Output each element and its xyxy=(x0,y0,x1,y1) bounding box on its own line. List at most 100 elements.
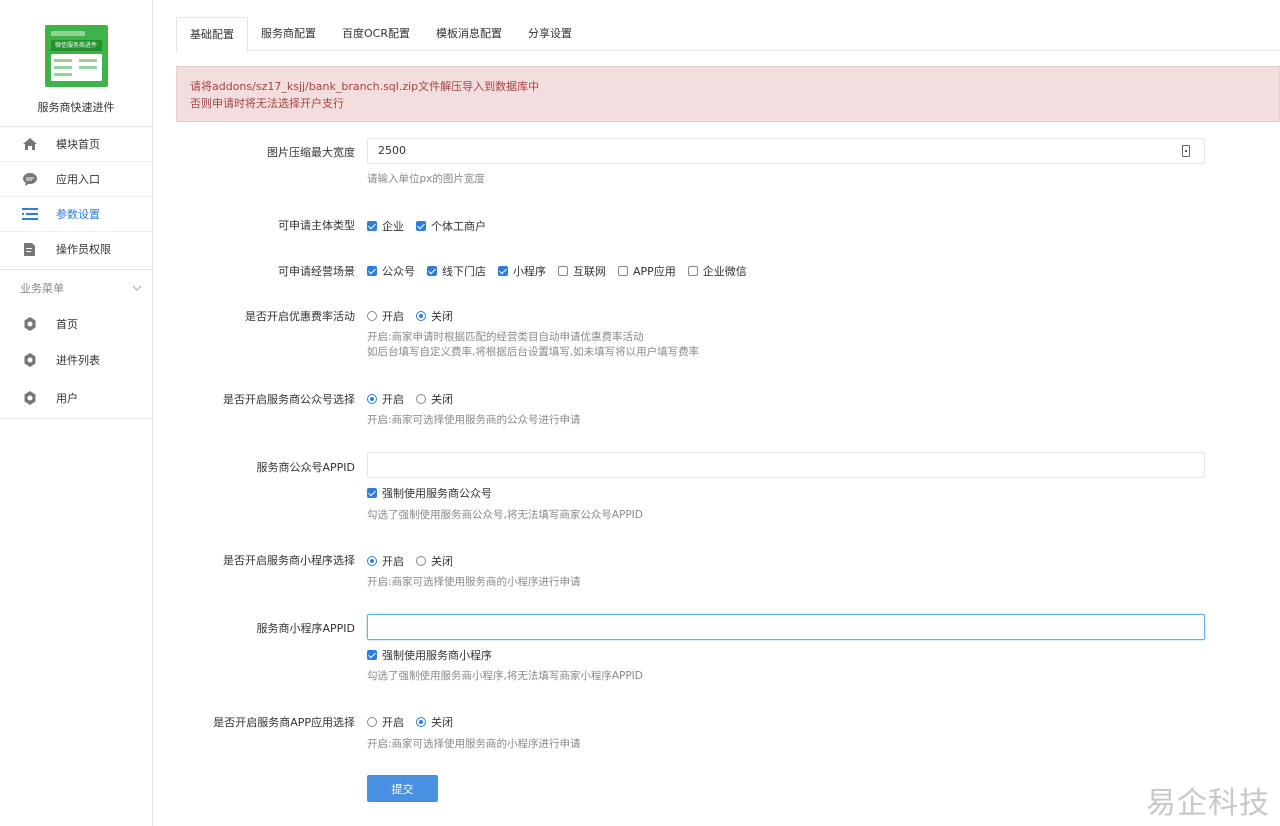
subject-type-enterprise-checkbox[interactable]: 企业 xyxy=(367,218,404,234)
sidebar-item-application-list[interactable]: 进件列表 xyxy=(0,342,152,378)
scene-mini-program-checkbox[interactable]: 小程序 xyxy=(498,263,546,279)
option-label: 公众号 xyxy=(382,265,415,278)
option-label: 企业微信 xyxy=(702,265,747,278)
discount-on-radio[interactable]: 开启 xyxy=(367,308,404,324)
app-select-options: 开启 关闭 xyxy=(367,714,465,730)
sidebar-item-operator-permissions[interactable]: 操作员权限 xyxy=(0,232,152,267)
logo-text: 微信服务商进件 xyxy=(50,40,102,51)
option-label: 关闭 xyxy=(431,555,453,568)
scene-app-checkbox[interactable]: APP应用 xyxy=(618,263,676,279)
radio-selected xyxy=(367,556,377,566)
tab-provider-config[interactable]: 服务商配置 xyxy=(248,17,329,51)
radio-unselected xyxy=(416,556,426,566)
checkbox-checked xyxy=(367,221,377,231)
mp-select-off-radio[interactable]: 关闭 xyxy=(416,391,453,407)
sidebar-group-business-menu[interactable]: 业务菜单 xyxy=(0,269,152,306)
scene-offline-store-checkbox[interactable]: 线下门店 xyxy=(427,263,486,279)
checkbox-unchecked xyxy=(558,266,568,276)
option-label: 互联网 xyxy=(573,265,606,278)
checkbox-unchecked xyxy=(687,266,698,276)
radio-unselected xyxy=(367,311,377,321)
img-width-input[interactable]: 2500 xyxy=(367,138,1205,164)
sidebar-item-label: 模块首页 xyxy=(56,138,100,151)
app-select-help: 开启:商家可选择使用服务商的小程序进行申请 xyxy=(367,738,581,750)
discount-off-radio[interactable]: 关闭 xyxy=(416,308,453,324)
tab-basic-config[interactable]: 基础配置 xyxy=(176,17,248,52)
mp-select-options: 开启 关闭 xyxy=(367,391,465,407)
tab-share-settings[interactable]: 分享设置 xyxy=(515,17,585,51)
sidebar-item-app-entry[interactable]: 应用入口 xyxy=(0,162,152,197)
import-warning-alert: 请将addons/sz17_ksjj/bank_branch.sql.zip文件… xyxy=(176,66,1280,122)
mini-select-help: 开启:商家可选择使用服务商的小程序进行申请 xyxy=(367,576,581,588)
mini-select-on-radio[interactable]: 开启 xyxy=(367,553,404,569)
mini-select-off-radio[interactable]: 关闭 xyxy=(416,553,453,569)
submit-button[interactable]: 提交 xyxy=(367,775,438,802)
radio-selected xyxy=(416,717,426,727)
radio-selected xyxy=(367,394,377,404)
option-label: 开启 xyxy=(382,555,404,568)
mp-appid-help: 勾选了强制使用服务商公众号,将无法填写商家公众号APPID xyxy=(367,509,643,521)
mp-appid-input[interactable] xyxy=(367,452,1205,478)
sidebar: 微信服务商进件 服务商快速进件 模块首页 应用入口 参数设置 操作员权限 业务菜… xyxy=(0,0,153,826)
discount-label: 是否开启优惠费率活动 xyxy=(245,310,355,323)
list-settings-icon xyxy=(22,206,38,222)
app-select-on-radio[interactable]: 开启 xyxy=(367,714,404,730)
force-mp-checkbox[interactable]: 强制使用服务商公众号 xyxy=(367,485,492,501)
subject-type-label: 可申请主体类型 xyxy=(278,219,355,232)
mp-appid-label: 服务商公众号APPID xyxy=(256,461,355,474)
main-content: 基础配置 服务商配置 百度OCR配置 模板消息配置 分享设置 请将addons/… xyxy=(153,0,1280,826)
force-mini-checkbox[interactable]: 强制使用服务商小程序 xyxy=(367,647,492,663)
module-logo-area: 微信服务商进件 服务商快速进件 xyxy=(0,0,152,127)
option-label: 强制使用服务商小程序 xyxy=(382,649,492,662)
gear-icon xyxy=(22,316,38,332)
help-line: 开启:商家申请时根据匹配的经营类目自动申请优惠费率活动 xyxy=(367,331,644,343)
checkbox-checked xyxy=(367,650,377,660)
sidebar-item-label: 参数设置 xyxy=(56,208,100,221)
checkbox-checked xyxy=(367,266,377,276)
checkbox-checked xyxy=(367,488,377,498)
module-logo: 微信服务商进件 xyxy=(44,25,108,87)
sidebar-item-module-home[interactable]: 模块首页 xyxy=(0,127,152,162)
sidebar-group-label: 业务菜单 xyxy=(20,282,64,295)
mini-appid-help: 勾选了强制使用服务商小程序,将无法填写商家小程序APPID xyxy=(367,670,643,682)
option-label: 线下门店 xyxy=(442,265,486,278)
app-select-label: 是否开启服务商APP应用选择 xyxy=(213,716,355,729)
sidebar-item-label: 应用入口 xyxy=(56,173,100,186)
home-icon xyxy=(22,136,38,152)
watermark: 易企科技 xyxy=(1146,786,1270,821)
sidebar-item-settings[interactable]: 参数设置 xyxy=(0,197,152,232)
mini-select-options: 开启 关闭 xyxy=(367,553,465,569)
sidebar-item-label: 首页 xyxy=(56,318,78,331)
number-spinner-icon[interactable] xyxy=(1182,145,1190,157)
option-label: 个体工商户 xyxy=(431,220,486,233)
mp-force-options: 强制使用服务商公众号 xyxy=(367,485,504,501)
tab-template-message-config[interactable]: 模板消息配置 xyxy=(423,17,515,51)
subject-type-individual-checkbox[interactable]: 个体工商户 xyxy=(416,218,486,234)
alert-line: 请将addons/sz17_ksjj/bank_branch.sql.zip文件… xyxy=(190,80,540,93)
checkbox-checked xyxy=(498,266,508,276)
option-label: 开启 xyxy=(382,393,404,406)
mp-select-label: 是否开启服务商公众号选择 xyxy=(223,393,355,406)
mp-select-on-radio[interactable]: 开启 xyxy=(367,391,404,407)
checkbox-checked xyxy=(416,221,426,231)
option-label: 小程序 xyxy=(513,265,546,278)
scene-wecom-checkbox[interactable]: 企业微信 xyxy=(687,263,747,279)
sidebar-item-label: 进件列表 xyxy=(56,354,100,367)
scene-internet-checkbox[interactable]: 互联网 xyxy=(558,263,606,279)
app-select-off-radio[interactable]: 关闭 xyxy=(416,714,453,730)
radio-unselected xyxy=(416,394,426,404)
sidebar-item-users[interactable]: 用户 xyxy=(0,378,152,419)
option-label: 关闭 xyxy=(431,310,453,323)
edit-document-icon xyxy=(22,241,38,257)
mini-appid-input[interactable] xyxy=(367,614,1205,640)
gear-icon xyxy=(22,390,38,406)
option-label: 关闭 xyxy=(431,716,453,729)
module-title: 服务商快速进件 xyxy=(37,101,115,114)
sidebar-item-label: 用户 xyxy=(56,392,78,405)
help-line: 如后台填写自定义费率,将根据后台设置填写,如未填写将以用户填写费率 xyxy=(367,346,700,358)
option-label: APP应用 xyxy=(633,265,676,278)
scene-mp-checkbox[interactable]: 公众号 xyxy=(367,263,415,279)
chat-bubble-icon xyxy=(22,171,38,187)
sidebar-item-home[interactable]: 首页 xyxy=(0,306,152,342)
tab-baidu-ocr-config[interactable]: 百度OCR配置 xyxy=(329,17,423,51)
